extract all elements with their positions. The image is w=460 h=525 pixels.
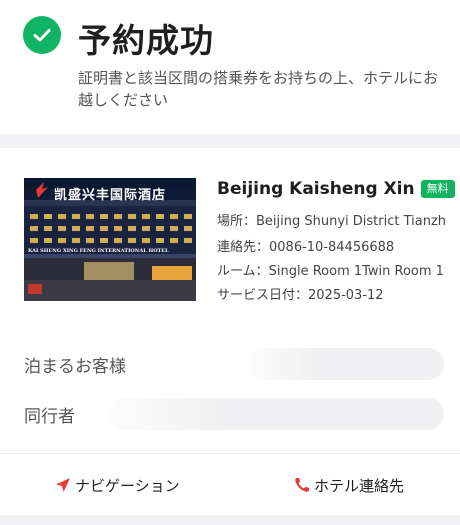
companion-row: 同行者 <box>24 398 444 430</box>
staying-guest-label: 泊まるお客様 <box>24 357 126 377</box>
service-date: サービス日付：2025-03-12 <box>217 288 384 303</box>
hotel-sign-subtext: KAI SHENG XING FENG INTERNATIONAL HOTEL <box>28 248 169 254</box>
hotel-photo[interactable]: 凯盛兴丰国际酒店 KAI SHENG XING FENG INTERNATION… <box>24 178 196 301</box>
room-type: ルーム：Single Room 1Twin Room 1 <box>217 264 444 279</box>
staying-guest-value-blurred <box>249 348 444 380</box>
check-circle-icon <box>23 16 61 54</box>
hotel-contact-label: ホテル連絡先 <box>314 476 405 495</box>
free-badge: 無料 <box>420 179 455 198</box>
bottom-spacer <box>0 515 460 525</box>
navigation-button[interactable]: ナビゲーション <box>54 472 180 498</box>
booking-success-header: 予約成功 証明書と該当区間の搭乗券をお持ちの上、ホテルにお越しください <box>0 0 460 134</box>
hotel-address: 場所：Beijing Shunyi District Tianzh <box>217 214 447 229</box>
instruction-text: 証明書と該当区間の搭乗券をお持ちの上、ホテルにお越しください <box>78 69 439 109</box>
companion-value-blurred <box>109 398 444 430</box>
staying-guest-row: 泊まるお客様 <box>24 348 444 380</box>
hotel-title-row: Beijing Kaisheng Xin 無料 <box>217 178 460 204</box>
hotel-phone: 連絡先：0086-10-84456688 <box>217 240 395 255</box>
navigation-label: ナビゲーション <box>75 476 180 495</box>
hotel-contact-button[interactable]: ホテル連絡先 <box>293 472 404 498</box>
hotel-card[interactable]: 凯盛兴丰国际酒店 KAI SHENG XING FENG INTERNATION… <box>0 148 460 453</box>
hotel-name[interactable]: Beijing Kaisheng Xin <box>217 179 415 199</box>
companion-label: 同行者 <box>24 407 75 427</box>
section-divider <box>0 134 460 148</box>
page-title: 予約成功 <box>78 21 214 60</box>
navigation-arrow-icon <box>56 478 70 492</box>
hotel-sign-text: 凯盛兴丰国际酒店 <box>54 188 167 203</box>
phone-icon <box>295 478 309 492</box>
action-bar: ナビゲーション ホテル連絡先 <box>0 454 460 515</box>
